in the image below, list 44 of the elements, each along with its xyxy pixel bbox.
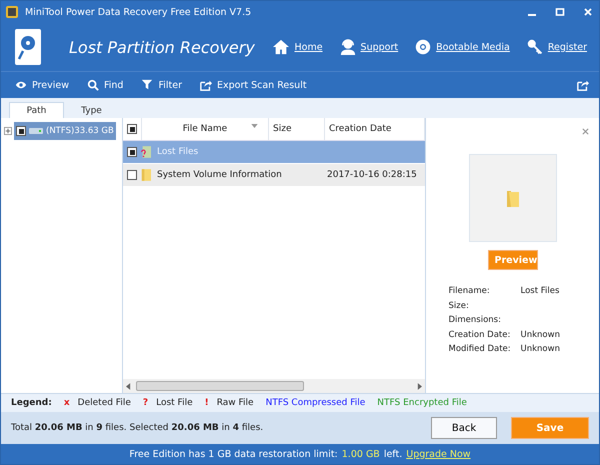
file-row[interactable]: System Volume Information 2017-10-16 0:28:15 xyxy=(123,164,425,187)
field-value: Lost Files xyxy=(520,286,560,296)
window-title: MiniTool Power Data Recovery Free Edition V7.5 xyxy=(25,6,252,18)
tab[interactable]: Type xyxy=(64,102,119,118)
drive-label: (NTFS)33.63 GB xyxy=(46,126,114,136)
toolbar-button[interactable]: Preview xyxy=(11,79,77,91)
legend-mark: ? xyxy=(142,398,148,408)
legend-mark: ! xyxy=(204,398,209,408)
field-label: Creation Date: xyxy=(448,330,512,340)
creation-date: 2017-10-16 0:28:15 xyxy=(327,170,417,180)
limit-text: left. xyxy=(384,448,402,460)
header-link[interactable]: Support xyxy=(360,42,398,52)
field-value: Unknown xyxy=(520,344,560,354)
legend-label: Lost File xyxy=(156,398,193,408)
toolbar-button[interactable]: Find xyxy=(82,79,132,91)
status-text: Total 20.06 MB in 9 files. Selected 20.06 MB in 4 files. xyxy=(11,423,264,433)
limit-text: Free Edition has 1 GB data restoration limit: xyxy=(129,448,338,460)
field-value: Unknown xyxy=(520,330,560,340)
header-link[interactable]: Home xyxy=(294,42,323,52)
page-title: Lost Partition Recovery xyxy=(69,38,255,56)
tab[interactable]: Path xyxy=(9,102,64,118)
toolbar-button[interactable]: Export Scan Result xyxy=(196,79,315,91)
legend-label: Deleted File xyxy=(78,398,131,408)
column-header[interactable]: Size xyxy=(269,118,325,140)
field-label: Dimensions: xyxy=(448,315,502,326)
back-button[interactable]: Back xyxy=(431,417,497,439)
legend-mark: x xyxy=(64,398,70,408)
file-name: Lost Files xyxy=(157,147,198,157)
field-label: Modified Date: xyxy=(448,344,512,354)
legend-label: NTFS Compressed File xyxy=(266,398,366,408)
header-link[interactable]: Register xyxy=(548,42,587,52)
tree-item[interactable]: (NTFS)33.63 GB xyxy=(14,122,116,140)
remaining-amount: 1.00 GB xyxy=(342,448,380,460)
column-header[interactable]: File Name xyxy=(142,118,269,140)
field-label: Size: xyxy=(448,300,470,311)
file-name: System Volume Information xyxy=(157,170,282,180)
header-link[interactable]: Bootable Media xyxy=(436,42,510,52)
legend-label: NTFS Encrypted File xyxy=(377,398,467,408)
column-header[interactable]: Creation Date xyxy=(325,118,425,140)
legend-title: Legend: xyxy=(11,398,52,408)
toolbar-button[interactable]: Filter xyxy=(137,79,190,91)
upgrade-link[interactable]: Upgrade Now xyxy=(406,448,471,460)
legend-label: Raw File xyxy=(216,398,254,408)
field-label: Filename: xyxy=(448,286,491,296)
